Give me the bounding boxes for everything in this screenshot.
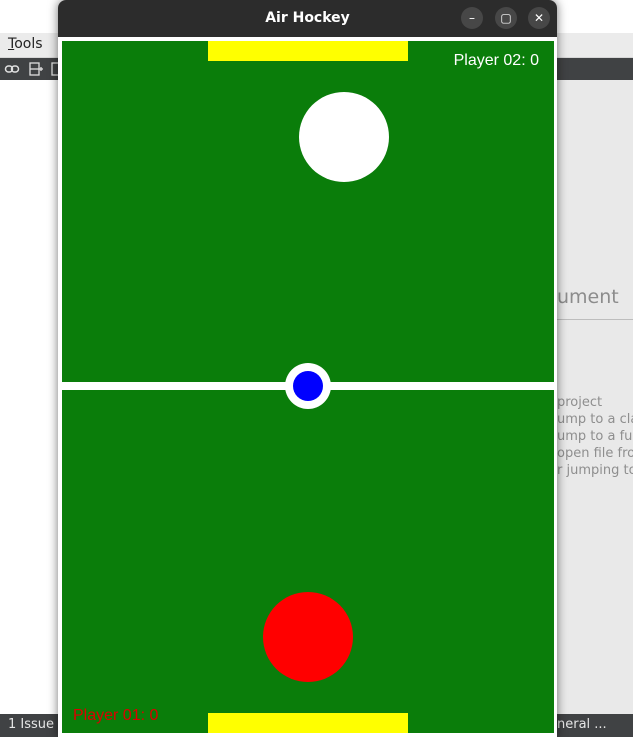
welcome-title: ument — [557, 286, 619, 308]
welcome-hints: project ump to a clas ump to a fun open … — [557, 394, 633, 479]
hint-item: r jumping to — [557, 463, 633, 478]
score-player1: Player 01: 0 — [73, 707, 159, 724]
close-button[interactable]: ✕ — [528, 7, 550, 29]
link-icon[interactable] — [4, 61, 20, 77]
air-hockey-window: Air Hockey – ▢ ✕ Player 02: 0 Player 01:… — [58, 0, 557, 737]
welcome-divider — [557, 319, 633, 320]
hint-item: open file fro — [557, 446, 633, 461]
hint-item: ump to a clas — [557, 412, 633, 427]
menu-tools-label: ools — [14, 36, 43, 52]
issues-pane-button[interactable]: 1 Issue — [8, 717, 54, 732]
mallet-player2[interactable] — [299, 92, 389, 182]
menu-tools[interactable]: Tools — [8, 36, 43, 52]
goal-player2 — [208, 41, 408, 61]
score-player2: Player 02: 0 — [453, 52, 539, 69]
mallet-player1[interactable] — [263, 592, 353, 682]
ide-left-panel — [0, 80, 58, 714]
goal-player1 — [208, 713, 408, 733]
minimize-button[interactable]: – — [461, 7, 483, 29]
split-add-icon[interactable] — [28, 61, 44, 77]
window-titlebar[interactable]: Air Hockey – ▢ ✕ — [58, 0, 557, 37]
hint-item: ump to a fun — [557, 429, 633, 444]
hockey-field[interactable]: Player 02: 0 Player 01: 0 — [62, 41, 554, 733]
hint-item: project — [557, 395, 603, 410]
ide-welcome-panel: ument project ump to a clas ump to a fun… — [557, 80, 633, 714]
general-messages-button[interactable]: neral ... — [557, 717, 607, 732]
puck[interactable] — [293, 371, 323, 401]
maximize-button[interactable]: ▢ — [495, 7, 517, 29]
